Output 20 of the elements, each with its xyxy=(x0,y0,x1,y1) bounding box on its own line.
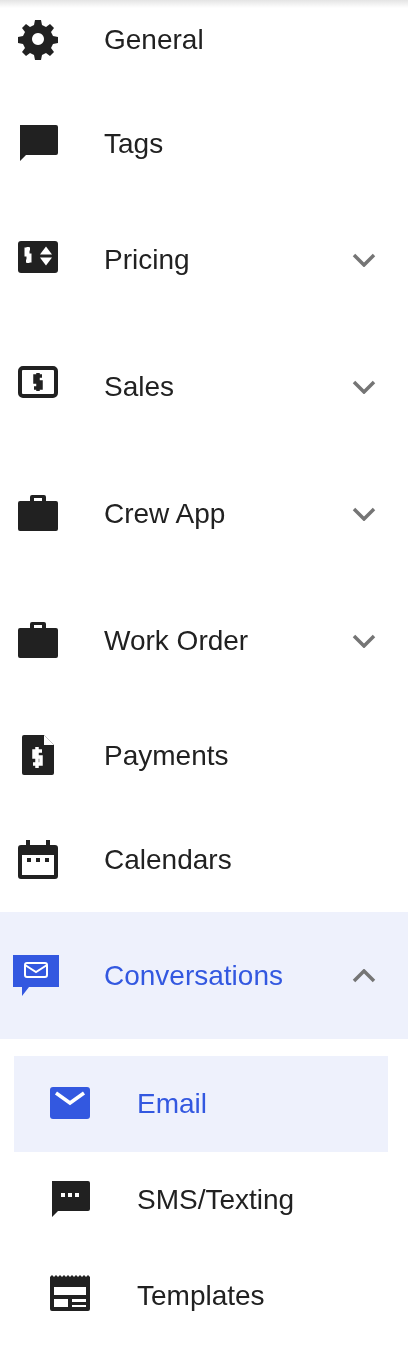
sidebar-item[interactable]: Sales xyxy=(0,323,408,450)
sidebar-item[interactable]: Payments xyxy=(0,704,408,808)
sidebar-item[interactable]: Calendars xyxy=(0,808,408,912)
submenu-item[interactable]: Email xyxy=(14,1056,388,1152)
submenu-item[interactable]: SMS/Texting xyxy=(14,1152,388,1248)
sidebar-item[interactable]: Work Order xyxy=(0,577,408,704)
chevron-down-icon[interactable] xyxy=(352,252,376,267)
chevron-up-icon[interactable] xyxy=(352,968,376,983)
sidebar-item[interactable]: Crew App xyxy=(0,450,408,577)
gear-icon xyxy=(18,19,58,61)
sidebar-item[interactable]: General xyxy=(0,0,408,92)
sidebar-item[interactable]: Pricing xyxy=(0,196,408,323)
calendar-icon xyxy=(18,839,58,881)
chevron-down-icon[interactable] xyxy=(352,633,376,648)
sidebar-item[interactable]: Tags xyxy=(0,92,408,196)
chevron-down-icon[interactable] xyxy=(352,379,376,394)
submenu-item[interactable]: Templates xyxy=(14,1248,388,1344)
sidebar-item[interactable]: Conversations xyxy=(0,912,408,1039)
mail-bubble-icon xyxy=(13,954,59,997)
chevron-down-icon[interactable] xyxy=(352,506,376,521)
